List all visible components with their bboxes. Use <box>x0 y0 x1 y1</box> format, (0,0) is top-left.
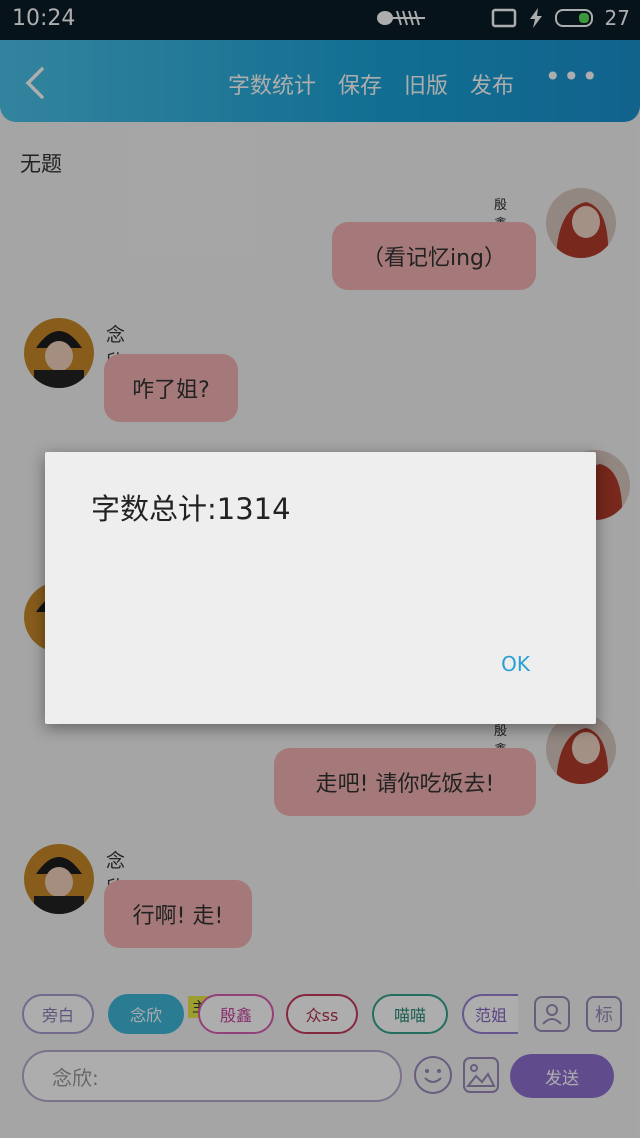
dialog-message: 字数总计:1314 <box>91 492 291 526</box>
word-count-dialog: 字数总计:1314 OK <box>45 452 596 724</box>
ok-button[interactable]: OK <box>501 652 530 676</box>
